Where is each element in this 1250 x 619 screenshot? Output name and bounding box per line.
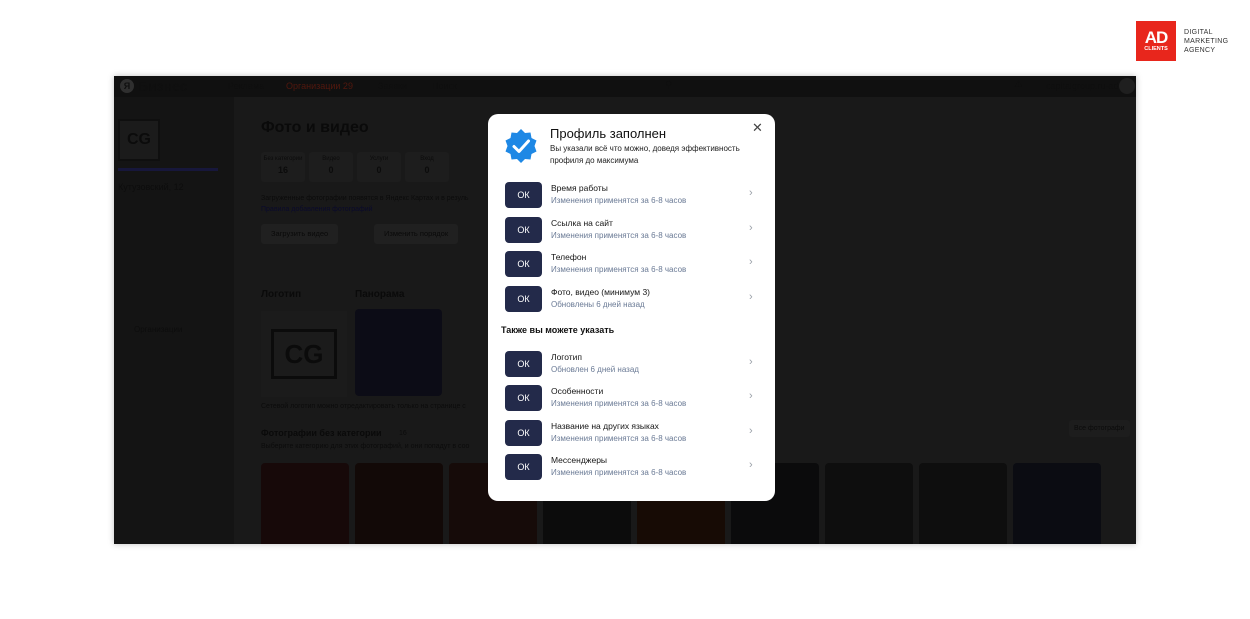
ok-badge: ОК bbox=[505, 182, 542, 208]
agency-logo-mark: AD CLIENTS bbox=[1136, 21, 1176, 61]
checklist-item-messengers[interactable]: ОК Мессенджеры Изменения применятся за 6… bbox=[505, 454, 760, 482]
item-label: Фото, видео (минимум 3) bbox=[551, 287, 651, 297]
ok-badge: ОК bbox=[505, 454, 542, 480]
chevron-right-icon: › bbox=[749, 256, 753, 268]
agency-tagline: DIGITAL MARKETING AGENCY bbox=[1184, 28, 1228, 61]
item-meta: Изменения применятся за 6-8 часов bbox=[551, 468, 687, 477]
item-meta: Изменения применятся за 6-8 часов bbox=[551, 434, 687, 443]
item-meta: Обновлен 6 дней назад bbox=[551, 365, 639, 374]
item-label: Логотип bbox=[551, 352, 583, 362]
ok-badge: ОК bbox=[505, 351, 542, 377]
ok-badge: ОК bbox=[505, 286, 542, 312]
ok-badge: ОК bbox=[505, 251, 542, 277]
modal-title: Профиль заполнен bbox=[550, 126, 667, 141]
checklist-item-website[interactable]: ОК Ссылка на сайт Изменения применятся з… bbox=[505, 217, 760, 245]
checklist-item-logo[interactable]: ОК Логотип Обновлен 6 дней назад › bbox=[505, 351, 760, 379]
ok-badge: ОК bbox=[505, 217, 542, 243]
chevron-right-icon: › bbox=[749, 291, 753, 303]
profile-complete-modal: Профиль заполнен Вы указали всё что можн… bbox=[488, 114, 775, 501]
item-meta: Изменения применятся за 6-8 часов bbox=[551, 196, 687, 205]
item-label: Особенности bbox=[551, 386, 604, 396]
chevron-right-icon: › bbox=[749, 356, 753, 368]
item-meta: Изменения применятся за 6-8 часов bbox=[551, 265, 687, 274]
item-meta: Обновлены 6 дней назад bbox=[551, 300, 645, 309]
chevron-right-icon: › bbox=[749, 425, 753, 437]
ok-badge: ОК bbox=[505, 385, 542, 411]
modal-subtitle: Вы указали всё что можно, доведя эффекти… bbox=[550, 144, 740, 165]
chevron-right-icon: › bbox=[749, 390, 753, 402]
chevron-right-icon: › bbox=[749, 222, 753, 234]
page: AD CLIENTS DIGITAL MARKETING AGENCY Я Би… bbox=[0, 0, 1250, 619]
verified-check-icon bbox=[505, 129, 537, 163]
agency-tagline-line: AGENCY bbox=[1184, 47, 1216, 54]
agency-logo-big: AD bbox=[1144, 28, 1169, 48]
checklist-item-hours[interactable]: ОК Время работы Изменения применятся за … bbox=[505, 182, 760, 210]
checklist-item-features[interactable]: ОК Особенности Изменения применятся за 6… bbox=[505, 385, 760, 413]
chevron-right-icon: › bbox=[749, 187, 753, 199]
item-meta: Изменения применятся за 6-8 часов bbox=[551, 231, 687, 240]
ok-badge: ОК bbox=[505, 420, 542, 446]
agency-tagline-line: MARKETING bbox=[1184, 38, 1229, 45]
checklist-item-photos[interactable]: ОК Фото, видео (минимум 3) Обновлены 6 д… bbox=[505, 286, 760, 314]
checklist-item-phone[interactable]: ОК Телефон Изменения применятся за 6-8 ч… bbox=[505, 251, 760, 279]
item-label: Ссылка на сайт bbox=[551, 218, 613, 228]
item-label: Телефон bbox=[551, 252, 587, 262]
item-meta: Изменения применятся за 6-8 часов bbox=[551, 399, 687, 408]
chevron-right-icon: › bbox=[749, 459, 753, 471]
section-title: Также вы можете указать bbox=[501, 325, 615, 335]
checklist-item-other-languages[interactable]: ОК Название на других языках Изменения п… bbox=[505, 420, 760, 448]
item-label: Время работы bbox=[551, 183, 608, 193]
agency-tagline-line: DIGITAL bbox=[1184, 29, 1213, 36]
agency-logo: AD CLIENTS DIGITAL MARKETING AGENCY bbox=[1136, 21, 1228, 61]
agency-logo-small: CLIENTS bbox=[1144, 46, 1168, 53]
item-label: Мессенджеры bbox=[551, 455, 608, 465]
close-icon[interactable]: ✕ bbox=[752, 120, 763, 136]
item-label: Название на других языках bbox=[551, 421, 659, 431]
